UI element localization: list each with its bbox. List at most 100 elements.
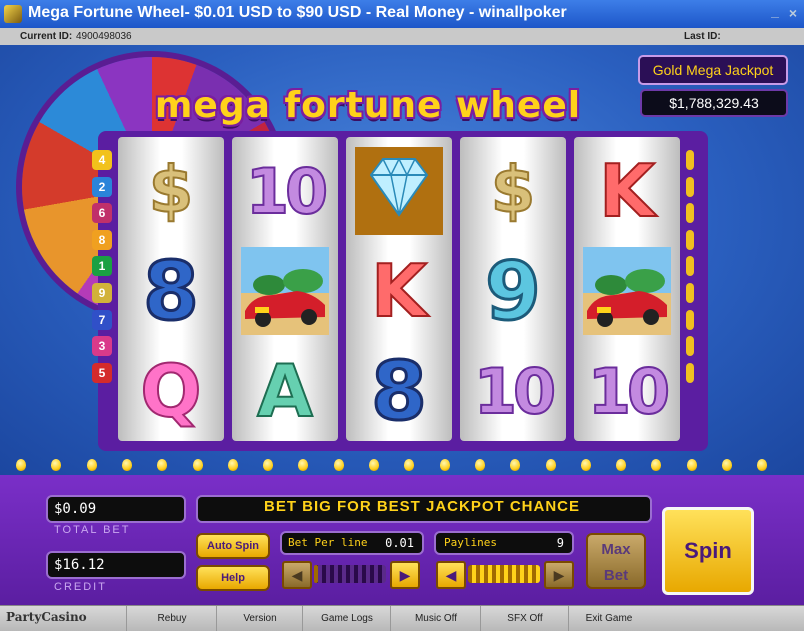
window-title: Mega Fortune Wheel- $0.01 USD to $90 USD… xyxy=(28,4,567,21)
bet-per-line-value: 0.01 xyxy=(385,536,414,550)
credit-label: CREDIT xyxy=(54,581,107,593)
message-text: BET BIG FOR BEST JACKPOT CHANCE xyxy=(263,498,580,515)
status-music-off-button[interactable]: Music Off xyxy=(390,606,481,631)
payline-marker-right xyxy=(686,150,694,170)
paylines-value: 9 xyxy=(556,536,564,550)
light-bulb xyxy=(157,459,168,471)
status-exit-game-button[interactable]: Exit Game xyxy=(568,606,649,631)
light-bulb xyxy=(51,459,62,471)
payline-marker-right xyxy=(686,203,694,224)
diamond-symbol xyxy=(349,143,449,239)
status-sfx-off-button[interactable]: SFX Off xyxy=(480,606,569,631)
bet-slider-fill xyxy=(314,565,318,583)
payline-number-5: 5 xyxy=(92,362,112,383)
light-bulb xyxy=(192,459,203,471)
light-bulb xyxy=(545,459,556,471)
payline-number-7: 7 xyxy=(92,309,112,330)
credit-value: $16.12 xyxy=(54,557,105,573)
light-bulb xyxy=(580,459,591,471)
app-icon xyxy=(4,5,22,23)
bet-per-line-display: Bet Per line 0.01 xyxy=(280,531,424,555)
jackpot-label: Gold Mega Jackpot xyxy=(638,55,788,85)
payline-number-1: 1 xyxy=(92,256,112,277)
total-bet-value: $0.09 xyxy=(54,501,97,517)
help-button[interactable]: Help xyxy=(196,565,270,591)
payline-marker-right xyxy=(686,309,694,330)
bet-slider[interactable] xyxy=(314,565,386,583)
payline-number-6: 6 xyxy=(92,203,112,224)
bet-per-line-label: Bet Per line xyxy=(288,536,368,549)
symbol-10: 10 xyxy=(473,354,557,429)
car-symbol xyxy=(235,243,335,339)
payline-number-4: 4 xyxy=(92,150,112,170)
bet-decrease-button[interactable]: ◀ xyxy=(282,561,312,589)
current-id-label: Current ID: xyxy=(20,31,73,42)
reel-1: $8 Q xyxy=(118,137,224,441)
light-bulb xyxy=(263,459,274,471)
max-bet-button[interactable]: Max Bet xyxy=(586,533,646,589)
minimize-icon[interactable]: _ xyxy=(768,4,782,20)
status-rebuy-button[interactable]: Rebuy xyxy=(126,606,217,631)
status-game-logs-button[interactable]: Game Logs xyxy=(302,606,391,631)
paylines-decrease-button[interactable]: ◀ xyxy=(436,561,466,589)
total-bet-display: $0.09 xyxy=(46,495,186,523)
light-bulb xyxy=(298,459,309,471)
close-icon[interactable]: × xyxy=(786,6,800,20)
symbol-dollar: $ xyxy=(490,153,537,229)
symbol-8: 8 xyxy=(142,243,201,339)
light-bulb xyxy=(439,459,450,471)
symbol-dollar: $ xyxy=(148,153,195,229)
payline-marker-right xyxy=(686,336,694,357)
payline-number-8: 8 xyxy=(92,229,112,250)
partycasino-logo: PartyCasino xyxy=(6,610,87,624)
last-id-label: Last ID: xyxy=(684,31,721,42)
reel-5: K 10 xyxy=(574,137,680,441)
spin-button[interactable]: Spin xyxy=(662,507,754,595)
payline-numbers-left: 4 2 6 8 1 9 7 3 5 xyxy=(92,150,114,389)
symbol-k: K xyxy=(598,148,656,234)
payline-marker-right xyxy=(686,176,694,197)
light-bulb xyxy=(369,459,379,471)
paylines-increase-button[interactable]: ▶ xyxy=(544,561,574,589)
symbol-9: 9 xyxy=(484,243,543,339)
control-panel: $0.09 TOTAL BET $16.12 CREDIT BET BIG FO… xyxy=(0,475,804,605)
symbol-q: Q xyxy=(139,348,202,434)
id-bar: Current ID: 4900498036 Last ID: xyxy=(0,28,804,45)
symbol-10: 10 xyxy=(587,354,671,429)
symbol-8: 8 xyxy=(370,343,429,439)
light-bulb xyxy=(121,459,132,471)
paylines-label: Paylines xyxy=(444,536,497,549)
auto-spin-button[interactable]: Auto Spin xyxy=(196,533,270,559)
light-bulb xyxy=(474,459,485,471)
paylines-display: Paylines 9 xyxy=(434,531,574,555)
bet-increase-button[interactable]: ▶ xyxy=(390,561,420,589)
status-bar: PartyCasino Rebuy Version Game Logs Music O… xyxy=(0,605,804,631)
symbol-k: K xyxy=(370,248,428,334)
reel-4: $9 10 xyxy=(460,137,566,441)
light-bulb xyxy=(510,459,521,471)
light-bulb xyxy=(227,459,238,471)
status-version-button[interactable]: Version xyxy=(216,606,303,631)
credit-display: $16.12 xyxy=(46,551,186,579)
light-bulb xyxy=(686,459,697,471)
reel-3: K8 xyxy=(346,137,452,441)
payline-marker-right xyxy=(686,229,694,250)
payline-marker-right xyxy=(686,362,694,383)
light-bulb xyxy=(651,459,662,471)
paylines-slider[interactable] xyxy=(468,565,540,583)
payline-marker-right xyxy=(686,282,694,303)
symbol-a: A xyxy=(256,348,314,434)
payline-marker-right xyxy=(686,256,694,277)
payline-number-9: 9 xyxy=(92,282,112,303)
payline-number-3: 3 xyxy=(92,336,112,357)
marquee-lights xyxy=(0,457,804,473)
car-symbol xyxy=(577,243,677,339)
light-bulb xyxy=(616,459,627,471)
light-bulb xyxy=(757,459,768,471)
light-bulb xyxy=(86,459,97,471)
window-titlebar: Mega Fortune Wheel- $0.01 USD to $90 USD… xyxy=(0,0,804,28)
light-bulb xyxy=(333,459,344,471)
game-logo: mega fortune wheel xyxy=(154,85,582,126)
payline-number-2: 2 xyxy=(92,176,112,197)
total-bet-label: TOTAL BET xyxy=(54,524,131,536)
